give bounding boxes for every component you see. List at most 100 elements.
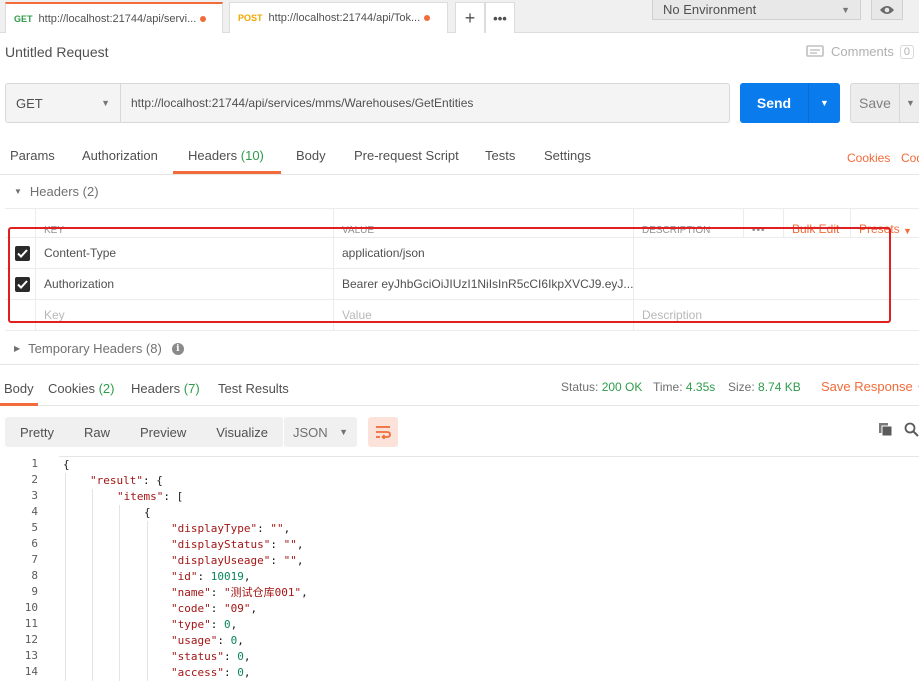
request-tab-post[interactable]: POST http://localhost:21744/api/Tok... <box>229 2 448 33</box>
format-label: JSON <box>293 424 328 440</box>
code-number: 0 <box>224 618 231 631</box>
send-button[interactable]: Send ▼ <box>740 83 840 123</box>
active-response-tab-indicator <box>0 403 38 406</box>
header-value-field[interactable]: application/json <box>333 238 633 268</box>
column-key: KEY <box>35 209 333 237</box>
line-number: 4 <box>31 505 38 518</box>
save-options-chevron-icon[interactable]: ▼ <box>899 83 915 123</box>
comments-button[interactable]: Comments 0 <box>806 44 914 59</box>
code-string: "测试仓库001" <box>224 586 302 599</box>
code-punctuation: : <box>270 554 284 567</box>
response-tab-cookies[interactable]: Cookies (2) <box>48 381 114 396</box>
time-value: 4.35s <box>685 380 716 394</box>
line-number: 2 <box>31 473 38 486</box>
wrap-lines-button[interactable] <box>368 417 398 447</box>
url-input[interactable]: http://localhost:21744/api/services/mms/… <box>121 83 730 123</box>
tab-tests[interactable]: Tests <box>485 148 515 163</box>
code-punctuation: : <box>210 602 224 615</box>
request-tab-get[interactable]: GET http://localhost:21744/api/servi... <box>5 2 223 33</box>
code-content: {"result": {"items": [{"displayType": ""… <box>59 456 919 681</box>
response-tabs: Body Cookies (2) Headers (7) Test Result… <box>0 364 919 406</box>
response-tab-body[interactable]: Body <box>4 381 34 396</box>
method-select[interactable]: GET ▼ <box>5 83 121 123</box>
new-key-input[interactable]: Key <box>35 300 333 330</box>
code-key: "displayStatus" <box>171 538 271 551</box>
code-punctuation: { <box>144 506 151 519</box>
status-label: Status: <box>561 380 599 394</box>
header-value-field[interactable]: Bearer eyJhbGciOiJIUzI1NiIsInR5cCI6IkpXV… <box>333 269 633 299</box>
presets-dropdown[interactable]: Presets ▼ <box>850 209 919 237</box>
code-link[interactable]: Code <box>901 151 919 165</box>
chevron-down-icon: ▼ <box>903 226 912 236</box>
request-tabs: Params Authorization Headers (10) Body P… <box>0 141 919 175</box>
response-body-editor[interactable]: 1 2 3 4 5 6 7 8 9 10 11 12 13 14 {"result": {"items":… <box>0 456 919 681</box>
code-line: "displayUseage": "", <box>59 553 919 569</box>
line-number-gutter: 1 2 3 4 5 6 7 8 9 10 11 12 13 14 <box>0 456 50 680</box>
new-tab-button[interactable]: + <box>455 2 485 33</box>
response-tab-test-results[interactable]: Test Results <box>218 381 289 396</box>
code-punctuation: : <box>217 634 231 647</box>
header-row-new: Key Value Description <box>5 300 919 331</box>
code-punctuation: : <box>210 586 224 599</box>
code-punctuation: : { <box>142 474 163 487</box>
header-enabled-checkbox[interactable] <box>15 246 30 261</box>
header-description-field[interactable] <box>633 238 919 268</box>
headers-section-toggle[interactable]: ▼ Headers (2) <box>14 184 99 199</box>
response-tab-headers[interactable]: Headers (7) <box>131 381 200 396</box>
save-response-button[interactable]: Save Response ▼ <box>821 379 919 394</box>
environment-quick-look-button[interactable] <box>871 0 903 20</box>
size-label: Size: <box>728 380 755 394</box>
send-options-chevron-icon[interactable]: ▼ <box>808 83 840 123</box>
header-enabled-checkbox[interactable] <box>15 277 30 292</box>
view-preview[interactable]: Preview <box>124 417 202 447</box>
info-icon[interactable]: i <box>171 342 184 355</box>
code-key: "displayUseage" <box>171 554 271 567</box>
tab-body[interactable]: Body <box>296 148 326 163</box>
code-punctuation: : [ <box>163 490 184 503</box>
format-select[interactable]: JSON ▼ <box>284 417 357 447</box>
header-key-field[interactable]: Content-Type <box>35 238 333 268</box>
code-punctuation: { <box>63 458 70 471</box>
more-tabs-button[interactable]: ••• <box>485 2 515 33</box>
line-number: 12 <box>24 633 38 646</box>
search-icon[interactable] <box>904 422 919 440</box>
view-raw[interactable]: Raw <box>68 417 125 447</box>
code-punctuation: , <box>243 666 251 679</box>
code-string: "09" <box>224 602 251 615</box>
request-title[interactable]: Untitled Request <box>5 44 109 60</box>
temporary-headers-toggle[interactable]: ▶ Temporary Headers (8) i <box>14 341 184 356</box>
code-punctuation: : <box>210 618 224 631</box>
tab-pre-request-script[interactable]: Pre-request Script <box>354 148 459 163</box>
new-description-input[interactable]: Description <box>633 300 919 330</box>
code-punctuation: , <box>296 538 304 551</box>
new-value-input[interactable]: Value <box>333 300 633 330</box>
bulk-edit-link[interactable]: Bulk Edit <box>783 209 850 237</box>
code-key: "access" <box>171 666 224 679</box>
column-options-icon[interactable]: ••• <box>743 209 783 237</box>
code-punctuation: , <box>243 650 251 663</box>
size-readout: Size: 8.74 KB <box>728 380 801 394</box>
copy-icon[interactable] <box>878 422 893 440</box>
save-button[interactable]: Save ▼ <box>850 83 919 123</box>
view-pretty[interactable]: Pretty <box>5 417 69 447</box>
code-key: "result" <box>90 474 143 487</box>
tab-settings[interactable]: Settings <box>544 148 591 163</box>
code-punctuation: : <box>257 522 271 535</box>
status-value: 200 OK <box>601 380 643 394</box>
environment-select[interactable]: No Environment ▼ <box>652 0 861 20</box>
cookies-link[interactable]: Cookies <box>847 151 890 165</box>
tab-params[interactable]: Params <box>10 148 55 163</box>
code-line: "access": 0, <box>59 665 919 681</box>
code-punctuation: , <box>230 618 238 631</box>
code-key: "displayType" <box>171 522 258 535</box>
view-visualize[interactable]: Visualize <box>201 417 284 447</box>
header-description-field[interactable] <box>633 269 919 299</box>
code-key: "status" <box>171 650 224 663</box>
eye-icon <box>880 5 894 14</box>
code-punctuation: , <box>243 570 251 583</box>
code-punctuation: , <box>283 522 291 535</box>
tab-headers[interactable]: Headers (10) <box>188 148 264 163</box>
time-label: Time: <box>653 380 683 394</box>
tab-authorization[interactable]: Authorization <box>82 148 158 163</box>
header-key-field[interactable]: Authorization <box>35 269 333 299</box>
